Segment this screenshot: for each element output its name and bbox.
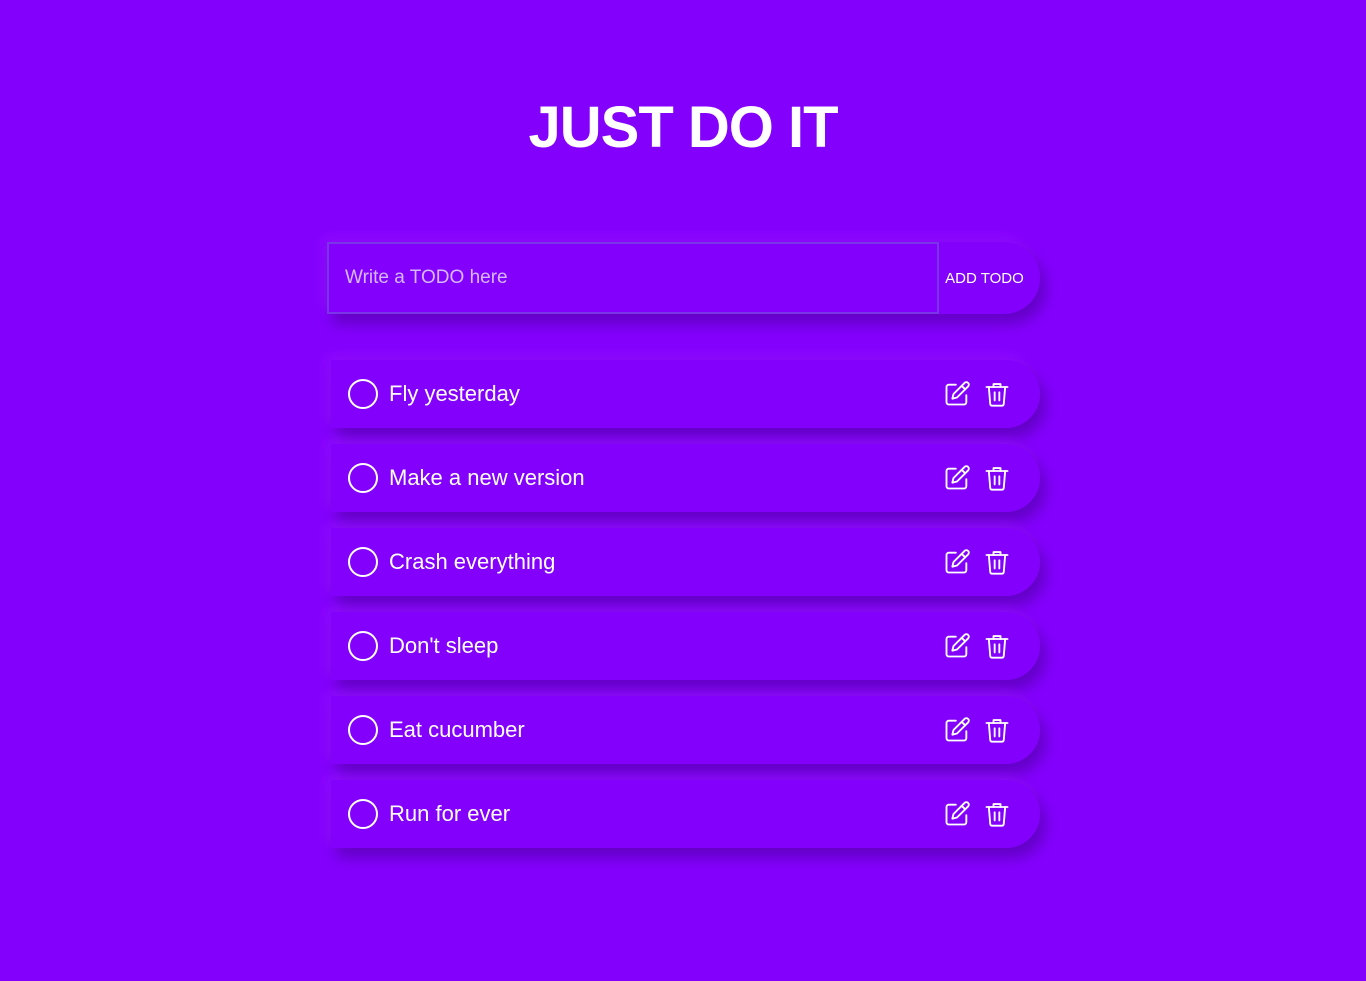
todo-text: Run for ever (389, 801, 511, 826)
trash-icon[interactable] (982, 631, 1012, 661)
edit-icon[interactable] (942, 463, 972, 493)
todo-text: Don't sleep (389, 633, 499, 658)
edit-icon[interactable] (942, 379, 972, 409)
todo-item: Eat cucumber (331, 696, 1040, 764)
todo-text: Fly yesterday (389, 381, 520, 406)
circle-checkbox-icon[interactable] (348, 631, 378, 661)
circle-checkbox-icon[interactable] (348, 799, 378, 829)
todo-item: Run for ever (331, 780, 1040, 848)
circle-checkbox-icon[interactable] (348, 379, 378, 409)
trash-icon[interactable] (982, 799, 1012, 829)
circle-checkbox-icon[interactable] (348, 715, 378, 745)
add-todo-button[interactable]: ADD TODO (939, 242, 1040, 314)
edit-icon[interactable] (942, 799, 972, 829)
edit-icon[interactable] (942, 715, 972, 745)
edit-icon[interactable] (942, 547, 972, 577)
todo-item: Don't sleep (331, 612, 1040, 680)
circle-checkbox-icon[interactable] (348, 463, 378, 493)
todo-item: Crash everything (331, 528, 1040, 596)
todo-list: Fly yesterday Make a new version Crash e… (331, 360, 1040, 864)
page-title: JUST DO IT (528, 95, 838, 160)
trash-icon[interactable] (982, 715, 1012, 745)
add-todo-form: ADD TODO (327, 242, 1040, 314)
edit-icon[interactable] (942, 631, 972, 661)
circle-checkbox-icon[interactable] (348, 547, 378, 577)
todo-text: Crash everything (389, 549, 556, 574)
trash-icon[interactable] (982, 463, 1012, 493)
todo-item: Make a new version (331, 444, 1040, 512)
todo-text: Make a new version (389, 465, 585, 490)
todo-text: Eat cucumber (389, 717, 525, 742)
trash-icon[interactable] (982, 547, 1012, 577)
trash-icon[interactable] (982, 379, 1012, 409)
todo-input[interactable] (327, 242, 939, 314)
todo-item: Fly yesterday (331, 360, 1040, 428)
